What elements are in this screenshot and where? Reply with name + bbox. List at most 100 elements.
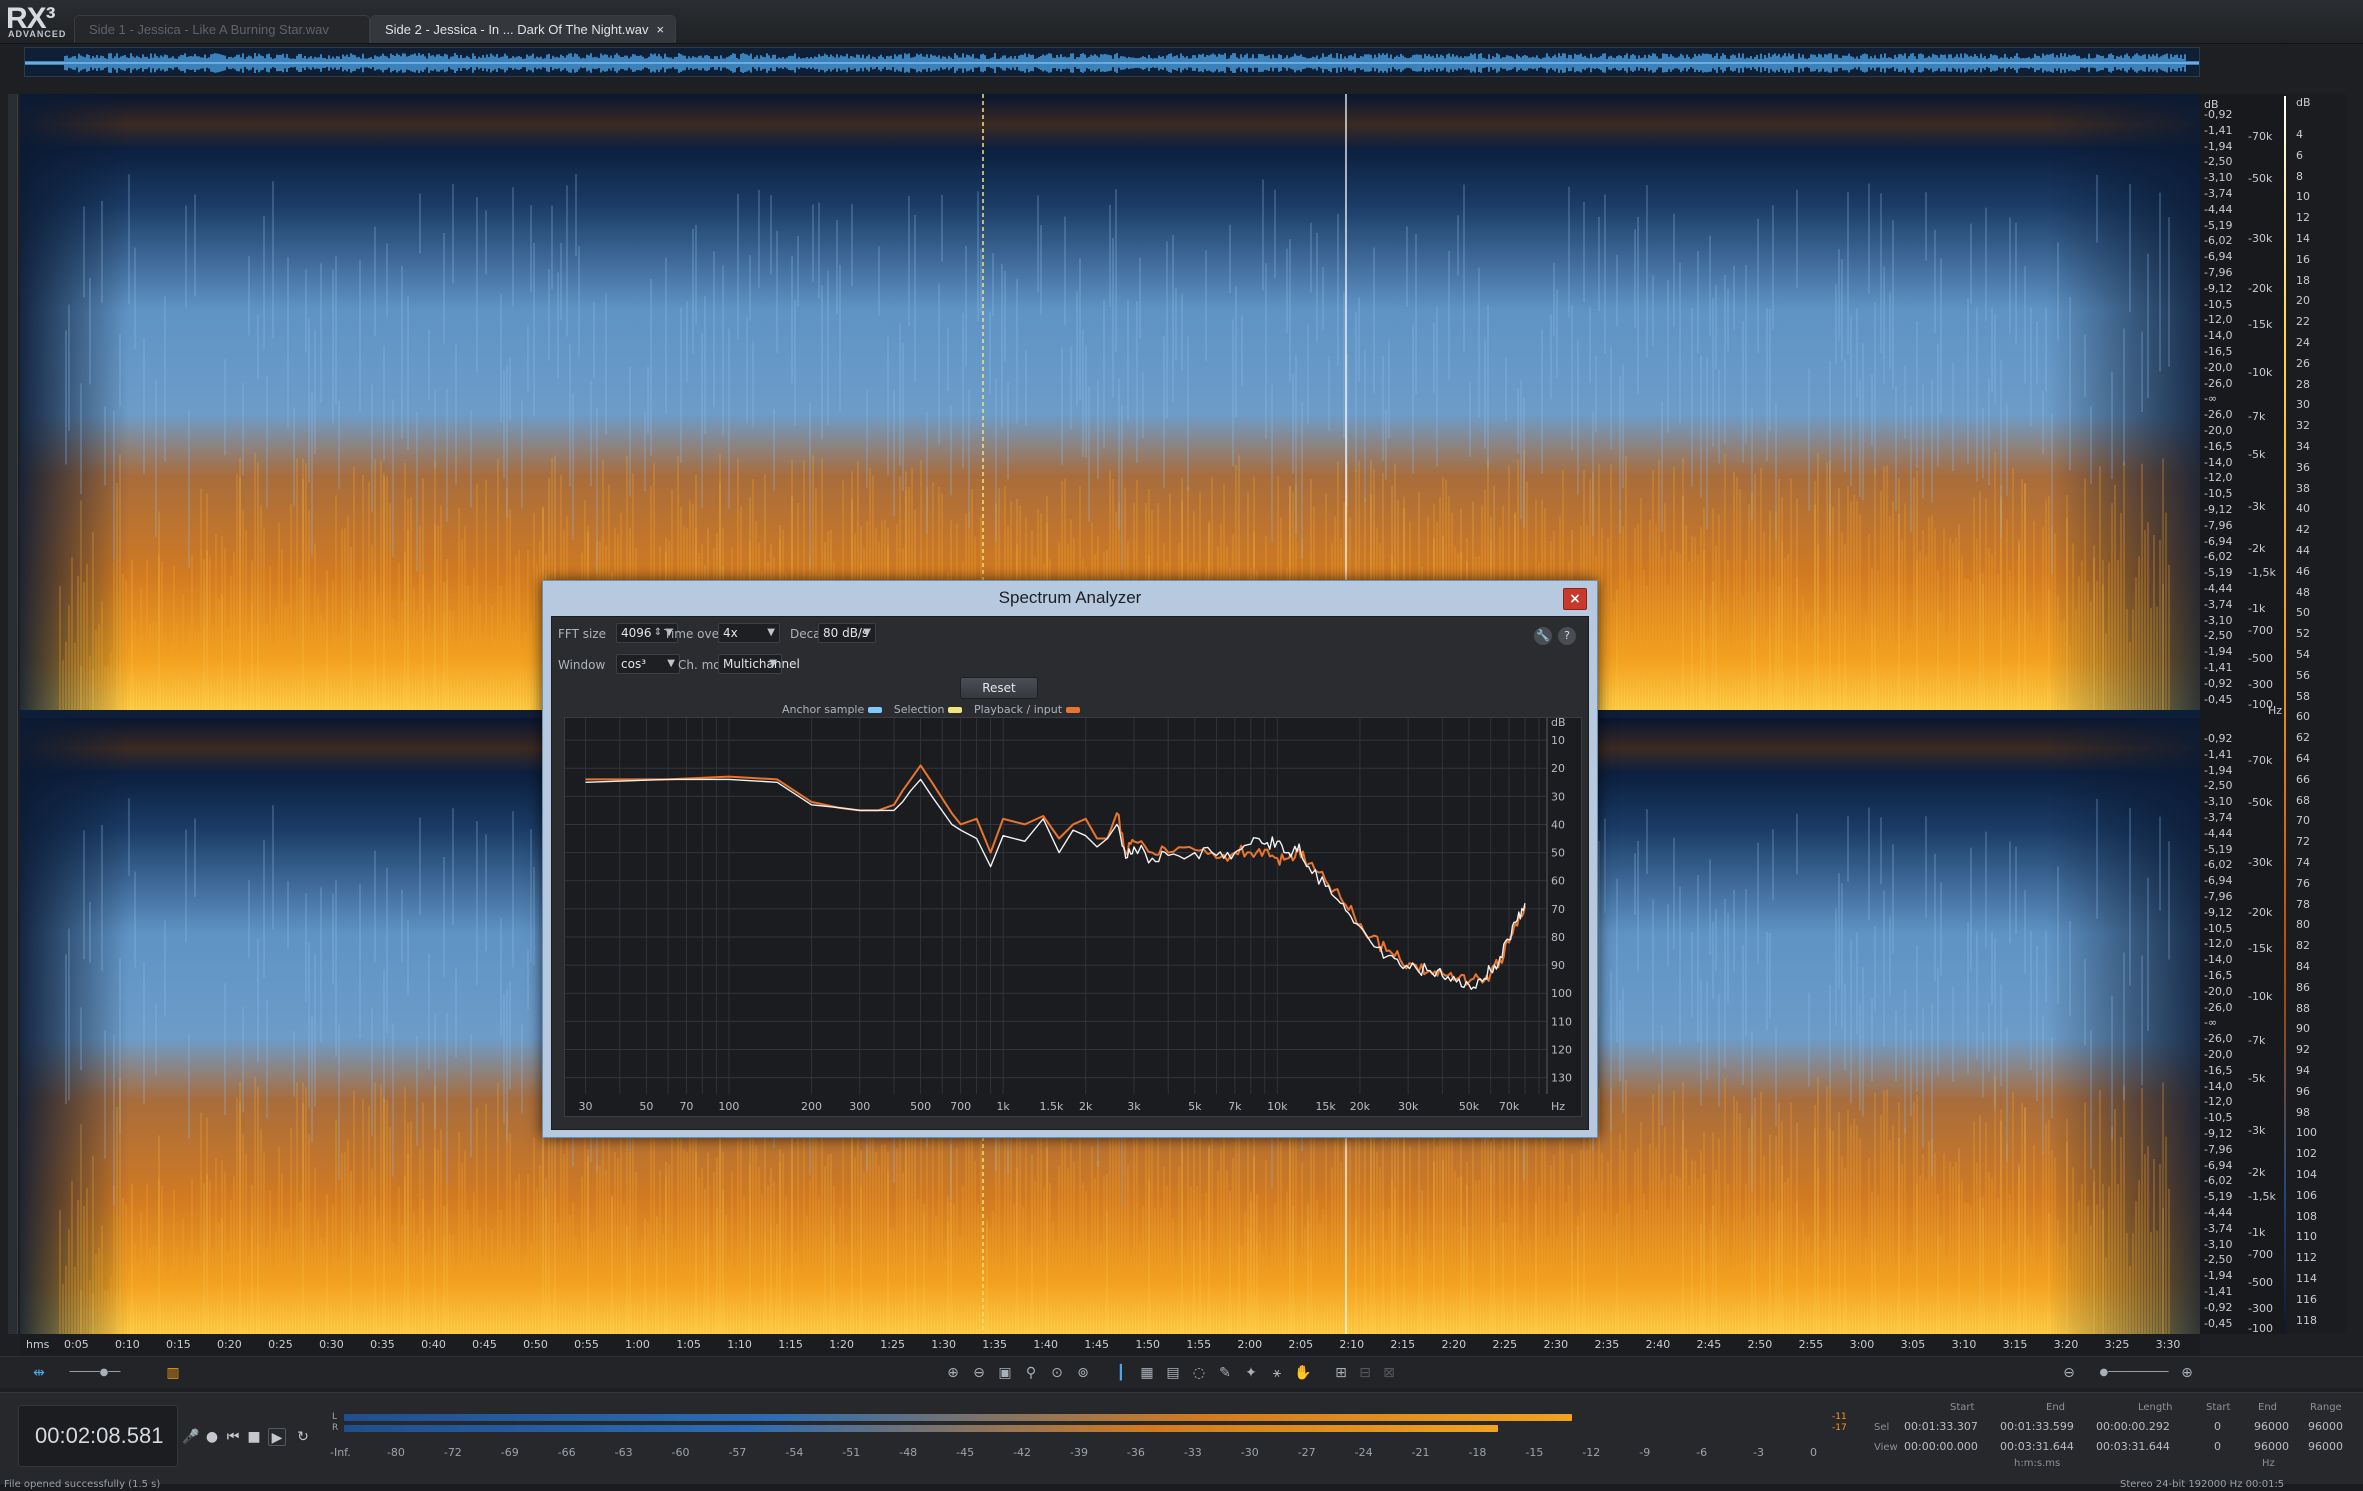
db-tick: -6,94 (2204, 250, 2233, 264)
settings-wrench-icon[interactable]: 🔧 (1534, 627, 1552, 645)
x-tick-label: 2k (1079, 1100, 1093, 1113)
waveform-view-icon[interactable]: ⇹ (30, 1364, 48, 1382)
fft-size-value: 4096 (621, 626, 652, 640)
legend-playback-swatch[interactable] (1066, 707, 1081, 713)
db-tick: -9,12 (2204, 281, 2233, 295)
spectrogram-view-icon[interactable]: ▥ (164, 1364, 182, 1382)
meter-tick: -69 (500, 1446, 519, 1459)
record-input-icon[interactable]: 🎤 (182, 1428, 200, 1446)
close-dialog-button[interactable]: × (1563, 588, 1587, 610)
db-tick: -12,0 (2204, 1095, 2233, 1109)
overview-waveform[interactable] (24, 47, 2200, 77)
y-tick-label: 100 (1551, 987, 1572, 1000)
color-scale-tick: 38 (2296, 481, 2310, 495)
range-start[interactable]: 0 (2214, 1420, 2221, 1433)
x-tick-label: 100 (718, 1100, 739, 1113)
meter-tick: -9 (1639, 1446, 1651, 1459)
db-tick: -10,5 (2204, 487, 2233, 501)
meter-tick: -33 (1183, 1446, 1202, 1459)
range-range[interactable]: 96000 (2308, 1420, 2343, 1433)
snap-icon[interactable]: ⊟ (1356, 1364, 1374, 1382)
meter-tick: -66 (557, 1446, 576, 1459)
x-tick-label: 1k (996, 1100, 1010, 1113)
meter-tick: -15 (1525, 1446, 1544, 1459)
x-tick-label: 15k (1315, 1100, 1336, 1113)
view-range-end[interactable]: 96000 (2254, 1440, 2289, 1453)
rect-select-icon[interactable]: ▦ (1138, 1364, 1156, 1382)
help-icon[interactable]: ? (1558, 627, 1576, 645)
hz-tick: -2k (2248, 1166, 2266, 1179)
brush-icon[interactable]: ✎ (1216, 1364, 1234, 1382)
meter-left-label: L (332, 1412, 338, 1422)
grid-icon[interactable]: ⊞ (1332, 1364, 1350, 1382)
db-tick: -12,0 (2204, 937, 2233, 951)
spectrum-plot[interactable]: dB 10 20 30 40 50 60 70 80 90 100 110 120 130 30 50 70 10… (564, 717, 1582, 1117)
db-tick: -0,45 (2204, 692, 2233, 706)
color-scale-tick: 32 (2296, 419, 2310, 433)
db-tick: -1,94 (2204, 139, 2233, 153)
zoom-time-icon[interactable]: ⊙ (1048, 1364, 1066, 1382)
stop-icon[interactable]: ■ (245, 1428, 263, 1446)
tab-side-1[interactable]: Side 1 - Jessica - Like A Burning Star.w… (74, 15, 370, 43)
meter-tick: -6 (1696, 1446, 1708, 1459)
magic-wand-icon[interactable]: ✦ (1242, 1364, 1260, 1382)
sel-start[interactable]: 00:01:33.307 (1904, 1420, 1978, 1433)
close-tab-icon[interactable]: × (656, 22, 664, 37)
decay-select[interactable]: 80 dB/s ▼ (818, 623, 876, 643)
channel-mode-select[interactable]: Multichannel ▼ (718, 654, 800, 674)
tab-side-2[interactable]: Side 2 - Jessica - In ... Dark Of The Ni… (370, 15, 676, 43)
time-overlap-select[interactable]: 4x ▼ (718, 623, 780, 643)
play-icon[interactable]: ▶ (268, 1428, 286, 1446)
db-tick: -3,10 (2204, 795, 2233, 809)
time-tick: 2:45 (1696, 1338, 1722, 1351)
hand-icon[interactable]: ✋ (1294, 1364, 1312, 1382)
time-tick: 2:25 (1492, 1338, 1518, 1351)
zoom-fit-icon[interactable]: ▣ (996, 1364, 1014, 1382)
dialog-title[interactable]: Spectrum Analyzer (543, 581, 1597, 615)
opacity-slider[interactable]: ─────●── (60, 1364, 130, 1382)
db-tick: -10,5 (2204, 297, 2233, 311)
legend-anchor-swatch[interactable] (868, 707, 883, 713)
magnet-icon[interactable]: ⊠ (1380, 1364, 1398, 1382)
spectrum-chart[interactable]: dB 10 20 30 40 50 60 70 80 90 100 110 120 130 30 50 70 10… (565, 718, 1583, 1118)
sel-length[interactable]: 00:00:00.292 (2096, 1420, 2170, 1433)
channel-strip (8, 94, 18, 1334)
hz-tick: -10k (2248, 990, 2273, 1003)
view-start[interactable]: 00:00:00.000 (1904, 1440, 1978, 1453)
zoom-selection-icon[interactable]: ⚲ (1022, 1364, 1040, 1382)
view-length[interactable]: 00:03:31.644 (2096, 1440, 2170, 1453)
horizontal-zoom-out-icon[interactable]: ⊖ (2060, 1364, 2078, 1382)
color-scale-tick: 40 (2296, 502, 2310, 516)
lasso-icon[interactable]: ◌ (1190, 1364, 1208, 1382)
view-range-range[interactable]: 96000 (2308, 1440, 2343, 1453)
horizontal-zoom-slider[interactable]: ●────────── (2084, 1364, 2184, 1382)
color-scale-tick: 30 (2296, 398, 2310, 412)
time-tick: 0:20 (217, 1338, 242, 1351)
freq-select-icon[interactable]: ▤ (1164, 1364, 1182, 1382)
legend-selection-swatch[interactable] (948, 707, 963, 713)
db-tick: -3,74 (2204, 811, 2233, 824)
db-tick: -1,41 (2204, 747, 2233, 761)
range-end[interactable]: 96000 (2254, 1420, 2289, 1433)
x-tick-label: 300 (849, 1100, 870, 1113)
harmonic-select-icon[interactable]: ⚹ (1268, 1364, 1286, 1382)
zoom-freq-icon[interactable]: ⊚ (1074, 1364, 1092, 1382)
window-select[interactable]: cos³ ▼ (616, 654, 680, 674)
reset-button[interactable]: Reset (960, 677, 1038, 699)
view-end[interactable]: 00:03:31.644 (2000, 1440, 2074, 1453)
db-tick: -2,50 (2204, 1253, 2233, 1267)
zoom-in-icon[interactable]: ⊕ (944, 1364, 962, 1382)
view-range-start[interactable]: 0 (2214, 1440, 2221, 1453)
time-select-icon[interactable]: ┃ (1112, 1364, 1130, 1382)
loop-icon[interactable]: ↻ (294, 1428, 312, 1446)
color-scale-tick: 106 (2296, 1188, 2317, 1202)
time-display: 00:02:08.581 (18, 1405, 178, 1467)
meter-tick: -3 (1753, 1446, 1765, 1459)
y-tick-label: 60 (1551, 875, 1565, 888)
record-icon[interactable]: ● (203, 1428, 221, 1446)
sel-end[interactable]: 00:01:33.599 (2000, 1420, 2074, 1433)
zoom-out-icon[interactable]: ⊖ (970, 1364, 988, 1382)
rewind-icon[interactable]: ⏮ (224, 1428, 242, 1446)
horizontal-zoom-in-icon[interactable]: ⊕ (2178, 1364, 2196, 1382)
time-tick: 0:35 (370, 1338, 395, 1351)
